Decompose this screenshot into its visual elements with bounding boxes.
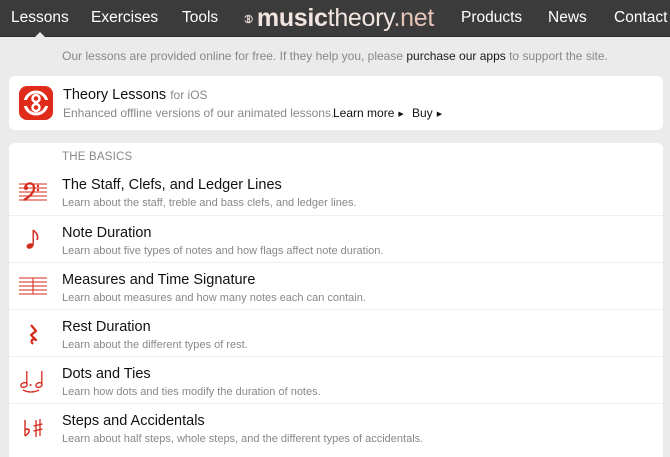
lesson-item-steps-accidentals[interactable]: Steps and Accidentals Learn about half s… — [9, 403, 663, 450]
lesson-description: Learn about the staff, treble and bass c… — [62, 197, 357, 209]
lesson-item-measures[interactable]: Measures and Time Signature Learn about … — [9, 262, 663, 309]
lesson-description: Learn about five types of notes and how … — [62, 245, 384, 257]
lesson-item-dots-ties[interactable]: Dots and Ties Learn how dots and ties mo… — [9, 356, 663, 403]
arrow-right-icon: ▶ — [398, 111, 404, 118]
purchase-apps-link[interactable]: purchase our apps — [406, 49, 505, 63]
notice-text-before: Our lessons are provided online for free… — [62, 49, 407, 63]
musictheory-logo[interactable]: musictheory.net — [244, 0, 434, 37]
measure-staff-icon — [19, 277, 47, 295]
nav-lessons[interactable]: Lessons — [11, 0, 69, 38]
eighth-note-icon — [26, 229, 39, 249]
logo-mark-icon — [244, 14, 253, 23]
lesson-title: Steps and Accidentals — [62, 413, 205, 429]
top-navigation-bar: Lessons Exercises Tools musictheory.net … — [0, 0, 670, 38]
lesson-title: Dots and Ties — [62, 366, 151, 382]
bass-clef-staff-icon — [19, 182, 47, 201]
lesson-description: Learn about half steps, whole steps, and… — [62, 433, 424, 445]
tied-notes-icon — [20, 371, 43, 393]
nav-news[interactable]: News — [548, 0, 587, 37]
notice-text-after: to support the site. — [505, 49, 608, 63]
section-heading: THE BASICS — [62, 151, 133, 163]
nav-products[interactable]: Products — [461, 0, 522, 37]
lesson-title: Rest Duration — [62, 319, 151, 335]
nav-tools[interactable]: Tools — [182, 0, 218, 37]
lesson-item-staff-clefs[interactable]: The Staff, Clefs, and Ledger Lines Learn… — [9, 168, 663, 215]
quarter-rest-icon — [29, 324, 38, 345]
ios-app-title: Theory Lessons for iOS — [63, 87, 208, 103]
logo-wordmark: musictheory.net — [256, 4, 434, 32]
ios-app-card: Theory Lessons for iOS Enhanced offline … — [9, 76, 663, 130]
lesson-description: Learn how dots and ties modify the durat… — [62, 386, 321, 398]
buy-link[interactable]: Buy ▶ — [412, 106, 442, 120]
nav-exercises[interactable]: Exercises — [91, 0, 158, 37]
flat-sharp-icon — [24, 419, 43, 437]
lesson-description: Learn about measures and how many notes … — [62, 292, 366, 304]
learn-more-link[interactable]: Learn more ▶ — [333, 106, 404, 120]
arrow-right-icon: ▶ — [436, 111, 443, 118]
lesson-item-note-duration[interactable]: Note Duration Learn about five types of … — [9, 215, 663, 262]
lesson-title: The Staff, Clefs, and Ledger Lines — [62, 177, 282, 193]
lessons-list-card: THE BASICS The Staff, Clefs, and Ledger … — [9, 143, 663, 457]
theory-lessons-app-icon[interactable] — [19, 86, 53, 120]
lesson-item-rest-duration[interactable]: Rest Duration Learn about the different … — [9, 309, 663, 356]
nav-contact[interactable]: Contact — [614, 0, 667, 37]
support-notice: Our lessons are provided online for free… — [0, 49, 670, 63]
lesson-description: Learn about the different types of rest. — [62, 339, 248, 351]
lesson-title: Measures and Time Signature — [62, 272, 256, 288]
ios-app-subtitle: Enhanced offline versions of our animate… — [63, 106, 335, 120]
lesson-title: Note Duration — [62, 225, 152, 241]
